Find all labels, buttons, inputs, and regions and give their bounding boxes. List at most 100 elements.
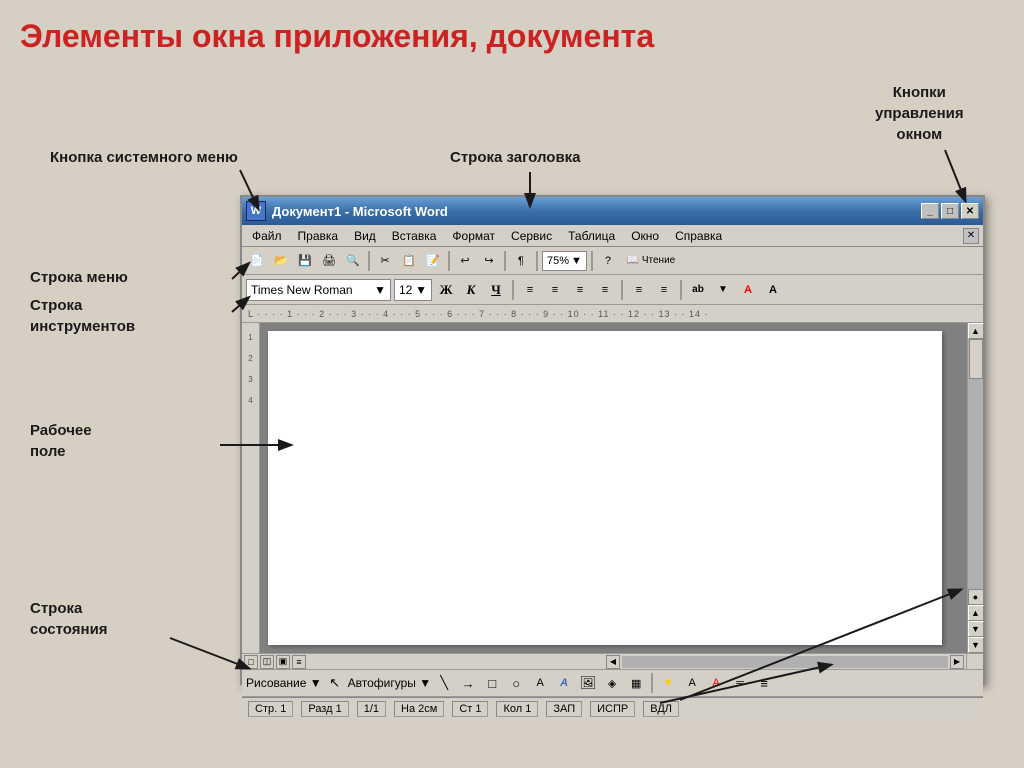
separator-2 <box>448 251 450 271</box>
view-buttons: □ ◫ ▣ ≡ <box>242 654 604 669</box>
scroll-thumb-vertical[interactable] <box>969 339 983 379</box>
undo-button[interactable]: ↩ <box>454 250 476 272</box>
select-browse-button[interactable]: ● <box>968 589 984 605</box>
font-color-button[interactable]: A <box>737 279 759 301</box>
save-button[interactable]: 💾 <box>294 250 316 272</box>
indent-button[interactable]: ▼ <box>712 279 734 301</box>
help-button[interactable]: ? <box>597 250 619 272</box>
zoom-arrow-icon: ▼ <box>571 255 582 267</box>
arrow-draw-button[interactable]: → <box>457 672 479 694</box>
menu-view[interactable]: Вид <box>348 227 382 245</box>
menu-format[interactable]: Формат <box>446 227 501 245</box>
scroll-track-horizontal <box>622 656 948 668</box>
line-color-button[interactable]: A <box>681 672 703 694</box>
menu-file[interactable]: Файл <box>246 227 288 245</box>
line-tool-button[interactable]: ╲ <box>433 672 455 694</box>
menu-bar: Файл Правка Вид Вставка Формат Сервис Та… <box>242 225 983 247</box>
autoshapes-menu-btn[interactable]: Автофигуры ▼ <box>348 676 431 690</box>
web-view-button[interactable]: ◫ <box>260 655 274 669</box>
separator-4 <box>536 251 538 271</box>
cut-button[interactable]: ✂ <box>374 250 396 272</box>
window-controls: _ □ ✕ <box>921 203 979 219</box>
ruler-text: L · · · · 1 · · · 2 · · · 3 · · · 4 · · … <box>246 309 709 319</box>
3d-effects-button[interactable]: ▦ <box>625 672 647 694</box>
print-view-button[interactable]: ▣ <box>276 655 290 669</box>
redo-button[interactable]: ↪ <box>478 250 500 272</box>
menu-table[interactable]: Таблица <box>562 227 621 245</box>
document-page <box>268 331 942 645</box>
font-selector[interactable]: Times New Roman ▼ <box>246 279 391 301</box>
arrow-tool-button[interactable]: ↖ <box>324 672 346 694</box>
bullets-button[interactable]: ≡ <box>653 279 675 301</box>
numbering-button[interactable]: ≡ <box>628 279 650 301</box>
line-style-button[interactable]: ═ <box>729 672 751 694</box>
minimize-button[interactable]: _ <box>921 203 939 219</box>
scroll-up-button[interactable]: ▲ <box>968 323 984 339</box>
rectangle-button[interactable]: □ <box>481 672 503 694</box>
separator-3 <box>504 251 506 271</box>
menu-edit[interactable]: Правка <box>292 227 345 245</box>
fill-color-button[interactable]: ▼ <box>657 672 679 694</box>
align-center-button[interactable]: ≡ <box>544 279 566 301</box>
scroll-down-button[interactable]: ▼ <box>968 637 984 653</box>
outline-view-button[interactable]: ≡ <box>292 655 306 669</box>
justify-button[interactable]: ≡ <box>594 279 616 301</box>
label-toolbar: Строкаинструментов <box>30 295 135 337</box>
print-preview-button[interactable]: 🔍 <box>342 250 364 272</box>
vertical-scrollbar[interactable]: ▲ ● ▲ ▼ ▼ <box>967 323 983 653</box>
reading-button[interactable]: 📖 Чтение <box>621 250 681 272</box>
status-rec: ЗАП <box>546 701 582 717</box>
scroll-prev-page-button[interactable]: ▲ <box>968 605 984 621</box>
menu-help[interactable]: Справка <box>669 227 728 245</box>
zoom-dropdown[interactable]: 75% ▼ <box>542 251 587 271</box>
normal-view-button[interactable]: □ <box>244 655 258 669</box>
label-control-buttons: Кнопкиуправленияокном <box>875 82 964 145</box>
status-page-of: 1/1 <box>357 701 386 717</box>
textbox-button[interactable]: A <box>529 672 551 694</box>
scroll-left-button[interactable]: ◀ <box>606 655 620 669</box>
font-size-selector[interactable]: 12 ▼ <box>394 279 432 301</box>
restore-button[interactable]: □ <box>941 203 959 219</box>
font-color-draw-button[interactable]: A <box>705 672 727 694</box>
title-bar: W Документ1 - Microsoft Word _ □ ✕ <box>242 197 983 225</box>
diagram-button[interactable]: ◈ <box>601 672 623 694</box>
print-button[interactable]: 🖨 <box>318 250 340 272</box>
label-status-bar: Строкасостояния <box>30 598 108 640</box>
word-window: W Документ1 - Microsoft Word _ □ ✕ Файл … <box>240 195 985 685</box>
italic-button[interactable]: К <box>460 279 482 301</box>
scroll-track-vertical <box>968 339 983 589</box>
draw-menu-btn[interactable]: Рисование ▼ <box>246 676 322 690</box>
status-position: На 2см <box>394 701 444 717</box>
ruler-horizontal: L · · · · 1 · · · 2 · · · 3 · · · 4 · · … <box>242 305 983 323</box>
align-left-button[interactable]: ≡ <box>519 279 541 301</box>
paste-button[interactable]: 📝 <box>422 250 444 272</box>
outdent-button[interactable]: ab <box>687 279 709 301</box>
new-doc-button[interactable]: 📄 <box>246 250 268 272</box>
ruler-content: L · · · · 1 · · · 2 · · · 3 · · · 4 · · … <box>246 309 979 319</box>
scroll-right-button[interactable]: ▶ <box>950 655 964 669</box>
menu-window[interactable]: Окно <box>625 227 665 245</box>
wordart-button[interactable]: A <box>553 672 575 694</box>
copy-button[interactable]: 📋 <box>398 250 420 272</box>
menu-close-button[interactable]: ✕ <box>963 228 979 244</box>
scrollbar-corner <box>967 654 983 669</box>
scroll-next-page-button[interactable]: ▼ <box>968 621 984 637</box>
size-dropdown-arrow-icon: ▼ <box>415 283 427 297</box>
highlight-button[interactable]: A <box>762 279 784 301</box>
bottom-scrollbar-area: □ ◫ ▣ ≡ ◀ ▶ <box>242 653 983 669</box>
paragraph-marks-button[interactable]: ¶ <box>510 250 532 272</box>
horizontal-scrollbar[interactable]: ◀ ▶ <box>604 654 967 669</box>
menu-insert[interactable]: Вставка <box>386 227 443 245</box>
standard-toolbar: 📄 📂 💾 🖨 🔍 ✂ 📋 📝 ↩ ↪ ¶ 75% ▼ ? 📖 Чтение <box>242 247 983 275</box>
draw-sep-1 <box>651 673 653 693</box>
status-col: Ст 1 <box>452 701 488 717</box>
ellipse-button[interactable]: ○ <box>505 672 527 694</box>
close-button[interactable]: ✕ <box>961 203 979 219</box>
align-right-button[interactable]: ≡ <box>569 279 591 301</box>
bold-button[interactable]: Ж <box>435 279 457 301</box>
menu-service[interactable]: Сервис <box>505 227 558 245</box>
underline-button[interactable]: Ч <box>485 279 507 301</box>
clipart-button[interactable]: 🖼 <box>577 672 599 694</box>
line-weight-button[interactable]: ≡ <box>753 672 775 694</box>
open-button[interactable]: 📂 <box>270 250 292 272</box>
